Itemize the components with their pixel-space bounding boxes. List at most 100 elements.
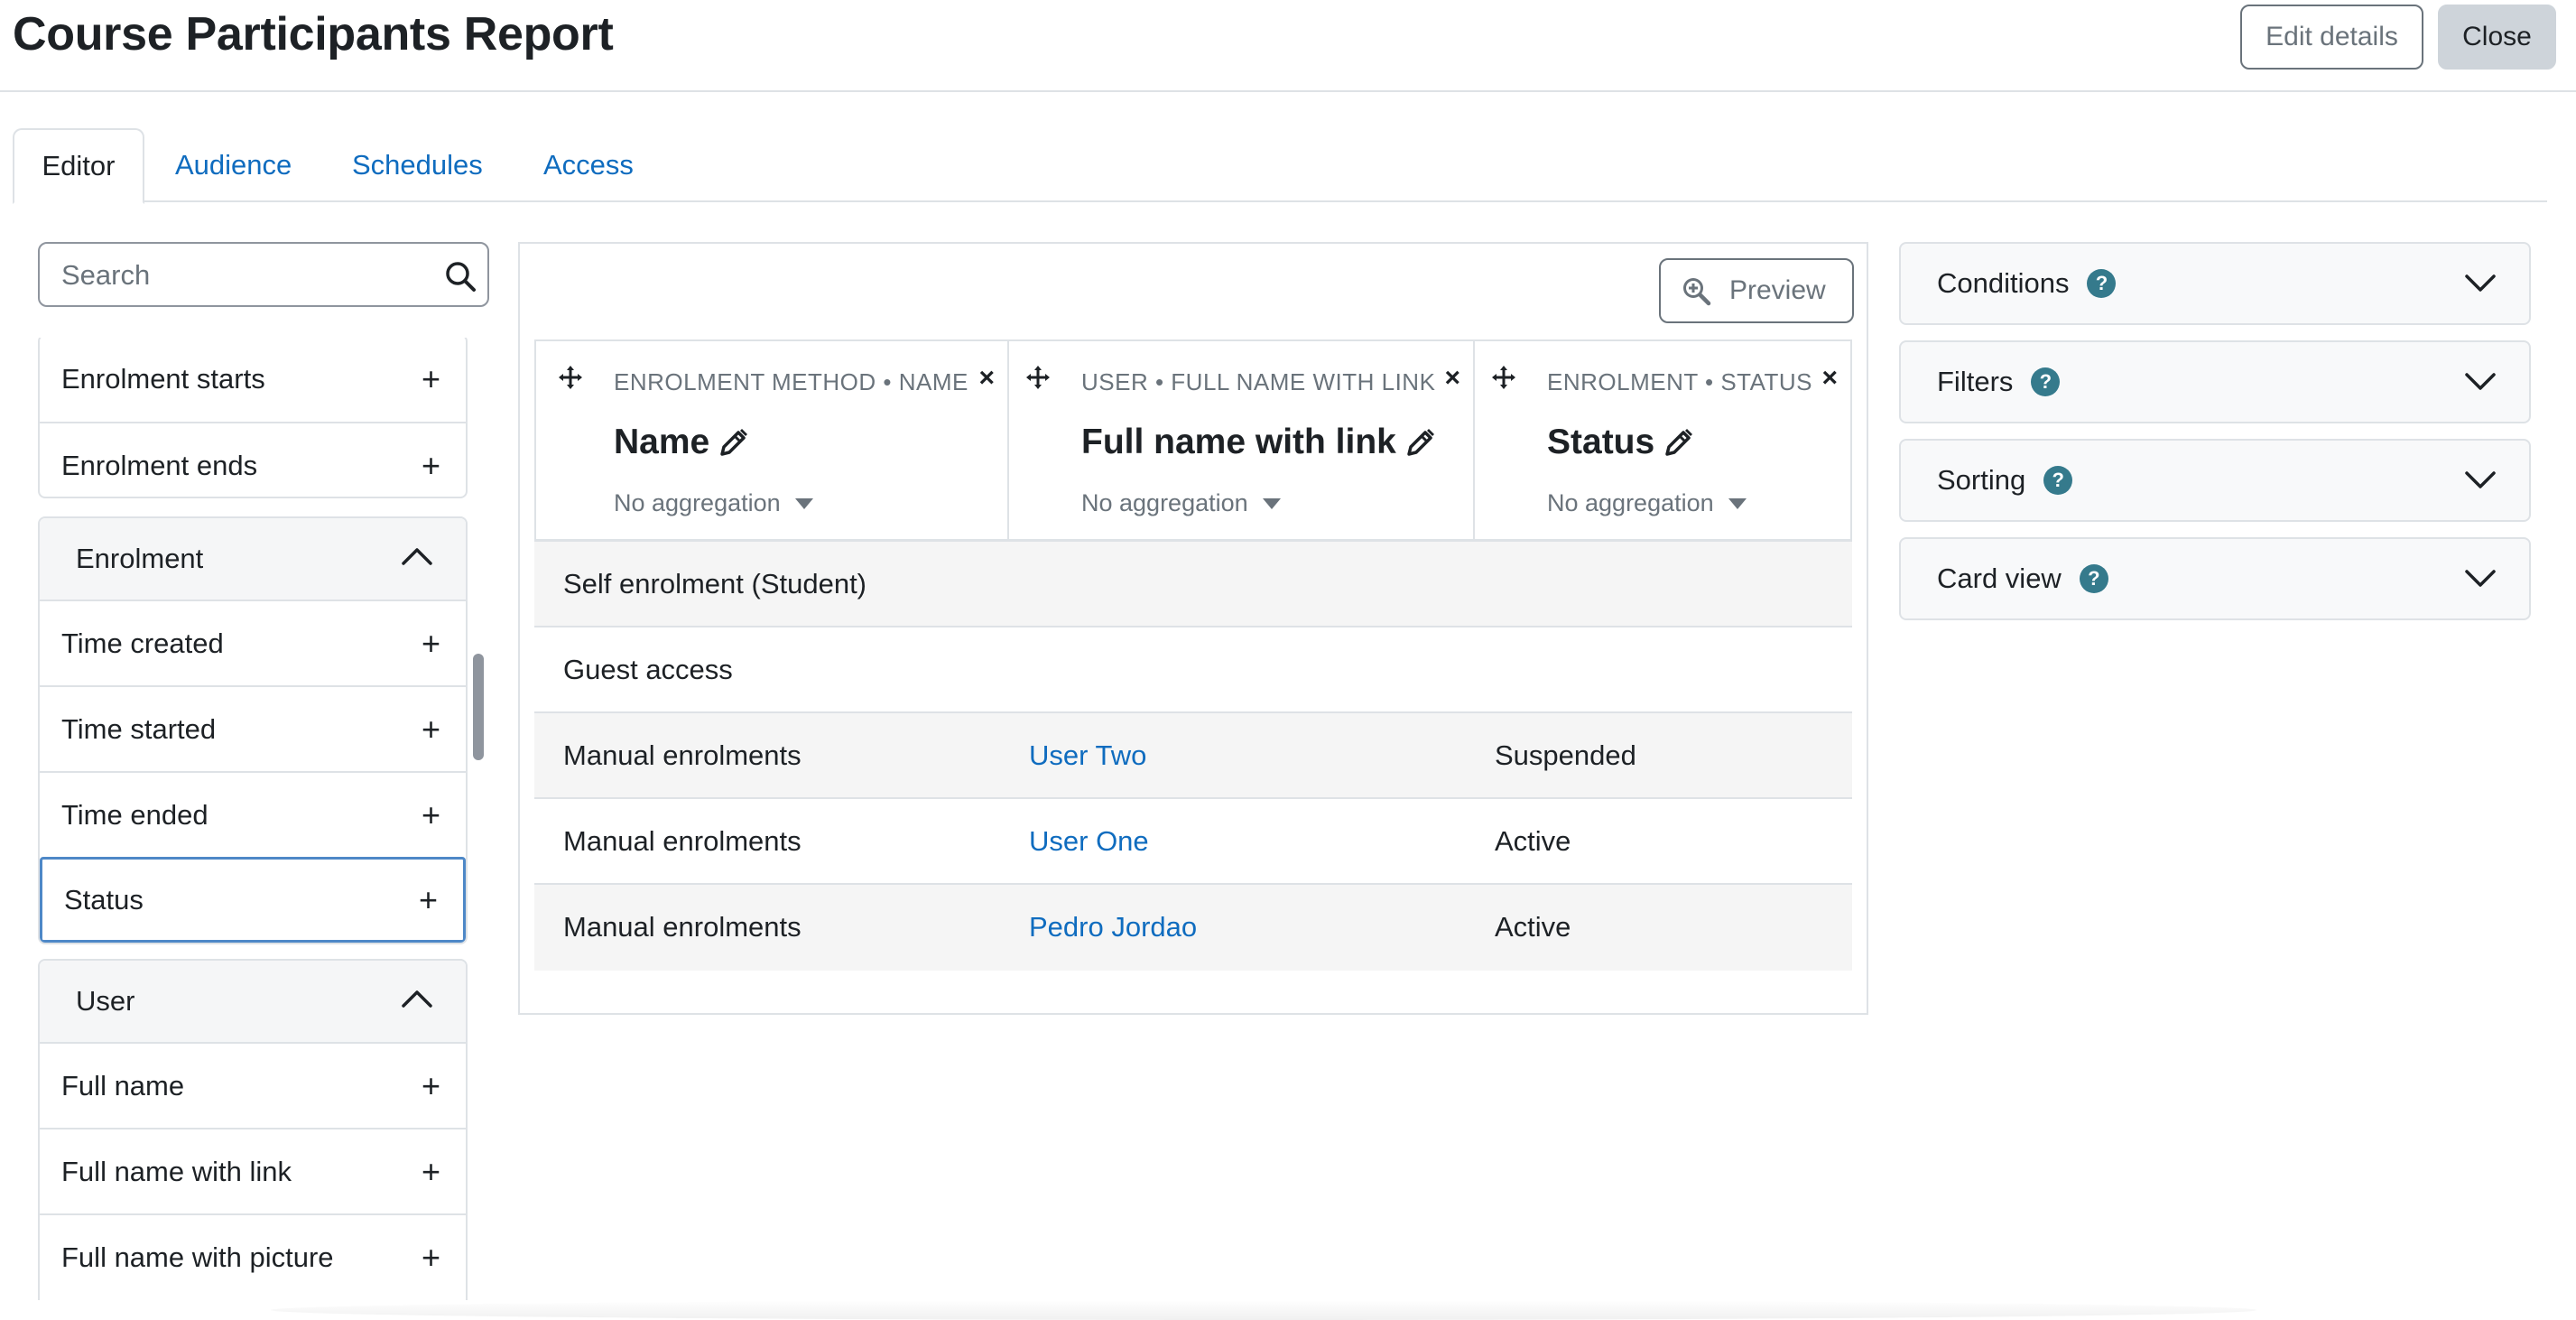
sidebar-scrollbar[interactable] bbox=[473, 654, 484, 760]
zoom-in-icon bbox=[1683, 278, 1711, 306]
help-icon[interactable]: ? bbox=[2031, 367, 2061, 396]
report-editor-panel: Preview ENROLMENT METHOD • NAME × Name N… bbox=[518, 242, 1868, 1015]
sidebar-group-user: User Full name + Full name with link + F… bbox=[38, 959, 468, 1300]
search-field[interactable] bbox=[38, 242, 489, 307]
preview-label: Preview bbox=[1729, 275, 1826, 305]
sidebar-group-header-enrolment[interactable]: Enrolment bbox=[40, 518, 466, 600]
column-title[interactable]: Full name with link bbox=[1081, 423, 1436, 462]
table-row: Manual enrolments User Two Suspended bbox=[534, 713, 1852, 799]
caret-down-icon bbox=[794, 497, 813, 509]
sidebar: Enrolment starts + Enrolment ends + Enro… bbox=[38, 338, 468, 1300]
sidebar-item-label: Time created bbox=[61, 627, 224, 659]
sidebar-item-time-started[interactable]: Time started + bbox=[40, 685, 466, 771]
chevron-up-icon bbox=[402, 548, 432, 565]
cell-name: Manual enrolments bbox=[563, 739, 802, 771]
sidebar-group-enrolment: Enrolment Time created + Time started + … bbox=[38, 516, 468, 944]
preview-button[interactable]: Preview bbox=[1659, 258, 1854, 323]
column-header-status: ENROLMENT • STATUS × Status No aggregati… bbox=[1473, 341, 1850, 540]
aggregation-label: No aggregation bbox=[1081, 489, 1248, 516]
footer-shadow bbox=[271, 1300, 2256, 1320]
aggregation-dropdown[interactable]: No aggregation bbox=[1547, 489, 1747, 517]
table-row: Self enrolment (Student) bbox=[534, 542, 1852, 627]
help-icon[interactable]: ? bbox=[2079, 564, 2108, 593]
panel-label: Conditions bbox=[1937, 267, 2070, 299]
plus-icon: + bbox=[421, 624, 440, 662]
table-row: Manual enrolments User One Active bbox=[534, 799, 1852, 885]
sidebar-item-label: Time started bbox=[61, 712, 217, 745]
sidebar-group-header-user[interactable]: User bbox=[40, 961, 466, 1042]
plus-icon: + bbox=[421, 1066, 440, 1104]
card-view-panel[interactable]: Card view ? bbox=[1899, 537, 2531, 620]
sidebar-item-label: Enrolment ends bbox=[61, 449, 258, 481]
remove-column-icon[interactable]: × bbox=[1444, 363, 1460, 394]
move-icon[interactable] bbox=[1025, 365, 1051, 390]
cell-user[interactable]: User One bbox=[1029, 799, 1149, 883]
aggregation-label: No aggregation bbox=[614, 489, 781, 516]
aggregation-dropdown[interactable]: No aggregation bbox=[614, 489, 813, 517]
pencil-icon[interactable] bbox=[1663, 427, 1694, 458]
sidebar-item-label: Enrolment starts bbox=[61, 362, 265, 395]
sidebar-item-full-name-with-link[interactable]: Full name with link + bbox=[40, 1128, 466, 1213]
chevron-up-icon bbox=[402, 990, 432, 1008]
conditions-panel[interactable]: Conditions ? bbox=[1899, 242, 2531, 325]
plus-icon: + bbox=[421, 795, 440, 833]
sidebar-item-enrolment-starts[interactable]: Enrolment starts + bbox=[40, 338, 466, 422]
search-icon[interactable] bbox=[442, 258, 478, 294]
table-row: Manual enrolments Pedro Jordao Active bbox=[534, 885, 1852, 971]
chevron-down-icon bbox=[2465, 471, 2496, 488]
column-title-text: Full name with link bbox=[1081, 423, 1396, 461]
remove-column-icon[interactable]: × bbox=[978, 363, 995, 394]
remove-column-icon[interactable]: × bbox=[1821, 363, 1838, 394]
column-title[interactable]: Status bbox=[1547, 423, 1694, 462]
cell-user[interactable]: User Two bbox=[1029, 713, 1146, 797]
chevron-down-icon bbox=[2465, 274, 2496, 292]
plus-icon: + bbox=[421, 710, 440, 748]
move-icon[interactable] bbox=[558, 365, 583, 390]
plus-icon: + bbox=[421, 1238, 440, 1276]
move-icon[interactable] bbox=[1491, 365, 1516, 390]
sidebar-item-time-ended[interactable]: Time ended + bbox=[40, 771, 466, 857]
caret-down-icon bbox=[1728, 497, 1747, 509]
panel-label: Card view bbox=[1937, 562, 2062, 594]
sidebar-item-full-name[interactable]: Full name + bbox=[40, 1042, 466, 1128]
edit-details-button[interactable]: Edit details bbox=[2240, 5, 2423, 70]
tab-audience[interactable]: Audience bbox=[175, 128, 292, 202]
column-title[interactable]: Name bbox=[614, 423, 749, 462]
sidebar-item-label: Full name with picture bbox=[61, 1241, 334, 1273]
help-icon[interactable]: ? bbox=[2087, 269, 2117, 298]
pencil-icon[interactable] bbox=[718, 427, 749, 458]
caret-down-icon bbox=[1262, 497, 1281, 509]
column-meta: ENROLMENT • STATUS bbox=[1547, 368, 1813, 395]
column-meta: USER • FULL NAME WITH LINK bbox=[1081, 368, 1436, 395]
column-header-full-name-with-link: USER • FULL NAME WITH LINK × Full name w… bbox=[1007, 341, 1473, 540]
search-input[interactable] bbox=[61, 258, 422, 293]
close-button[interactable]: Close bbox=[2438, 5, 2556, 70]
cell-name: Manual enrolments bbox=[563, 824, 802, 857]
sidebar-item-label: Full name with link bbox=[61, 1155, 292, 1187]
sidebar-item-full-name-with-picture[interactable]: Full name with picture + bbox=[40, 1213, 466, 1299]
filters-panel[interactable]: Filters ? bbox=[1899, 340, 2531, 423]
sidebar-item-label: Time ended bbox=[61, 798, 208, 831]
tab-editor[interactable]: Editor bbox=[13, 128, 144, 204]
plus-icon: + bbox=[421, 446, 440, 484]
sidebar-item-label: Status bbox=[64, 883, 144, 916]
sorting-panel[interactable]: Sorting ? bbox=[1899, 439, 2531, 522]
tab-schedules[interactable]: Schedules bbox=[352, 128, 483, 202]
sidebar-group-title: Enrolment bbox=[76, 543, 204, 574]
tab-access[interactable]: Access bbox=[543, 128, 634, 202]
sidebar-item-time-created[interactable]: Time created + bbox=[40, 600, 466, 685]
page-header: Course Participants Report Edit details … bbox=[0, 0, 2576, 92]
table-row: Guest access bbox=[534, 627, 1852, 713]
cell-status: Suspended bbox=[1495, 739, 1636, 771]
help-icon[interactable]: ? bbox=[2043, 466, 2073, 495]
tab-bar: Editor Audience Schedules Access bbox=[13, 128, 2547, 204]
aggregation-dropdown[interactable]: No aggregation bbox=[1081, 489, 1281, 517]
sidebar-group-top: Enrolment starts + Enrolment ends + bbox=[38, 338, 468, 498]
sidebar-item-enrolment-ends[interactable]: Enrolment ends + bbox=[40, 422, 466, 497]
column-title-text: Name bbox=[614, 423, 710, 461]
sidebar-item-status[interactable]: Status + bbox=[40, 857, 466, 943]
pencil-icon[interactable] bbox=[1405, 427, 1436, 458]
cell-user[interactable]: Pedro Jordao bbox=[1029, 885, 1197, 969]
column-meta: ENROLMENT METHOD • NAME bbox=[614, 368, 968, 395]
plus-icon: + bbox=[421, 359, 440, 397]
